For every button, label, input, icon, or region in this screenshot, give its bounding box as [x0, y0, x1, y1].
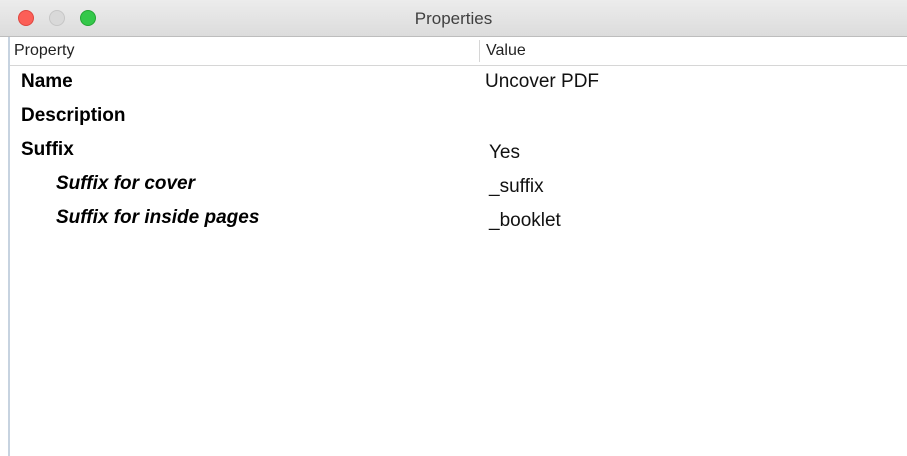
property-name-value[interactable]: Uncover PDF: [485, 71, 599, 93]
property-name-label: Name: [21, 71, 73, 92]
property-suffix-for-inside-pages-label: Suffix for inside pages: [56, 207, 260, 228]
properties-table: Property Value Name Uncover PDF Descript…: [8, 37, 907, 456]
value-column-header[interactable]: Value: [486, 42, 526, 60]
property-suffix-value[interactable]: Yes: [489, 142, 520, 164]
property-suffix-label: Suffix: [21, 139, 74, 160]
table-row-suffix[interactable]: Suffix Yes: [10, 137, 907, 171]
table-row-name[interactable]: Name Uncover PDF: [10, 69, 907, 103]
property-suffix-for-inside-pages-value[interactable]: _booklet: [489, 210, 561, 232]
property-column-header[interactable]: Property: [14, 42, 74, 60]
properties-window: Properties Property Value Name Uncover P…: [0, 0, 907, 456]
column-divider[interactable]: [479, 40, 480, 62]
table-row-suffix-for-inside-pages[interactable]: Suffix for inside pages _booklet: [10, 205, 907, 239]
property-description-label: Description: [21, 105, 126, 126]
window-title: Properties: [414, 9, 493, 28]
property-suffix-for-cover-label: Suffix for cover: [56, 173, 196, 194]
property-suffix-for-cover-value[interactable]: _suffix: [489, 176, 544, 198]
table-row-suffix-for-cover[interactable]: Suffix for cover _suffix: [10, 171, 907, 205]
table-header: Property Value: [10, 37, 907, 66]
table-row-description[interactable]: Description: [10, 103, 907, 137]
title-bar[interactable]: Properties: [0, 0, 907, 37]
